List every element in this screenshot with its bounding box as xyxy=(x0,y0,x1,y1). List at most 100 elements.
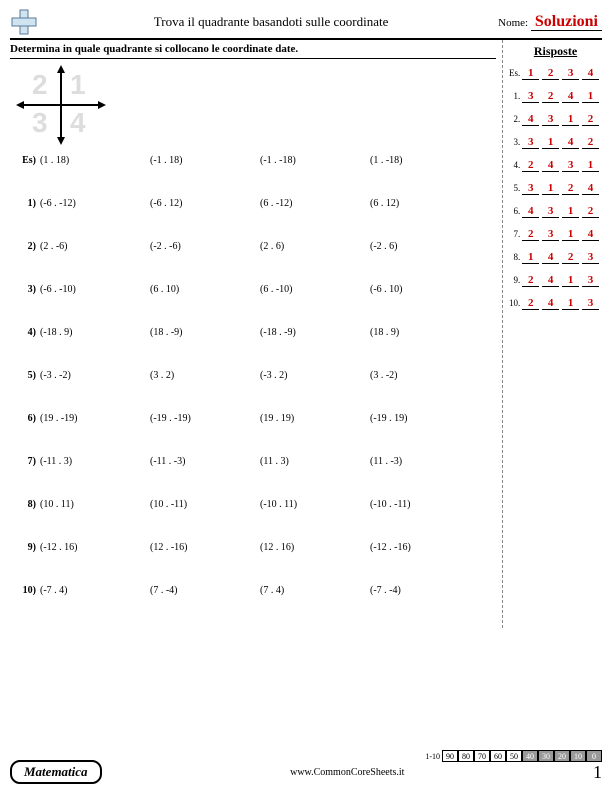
answer-value: 4 xyxy=(542,159,559,172)
answer-label: 5. xyxy=(509,183,522,193)
answer-row: 1.3241 xyxy=(509,90,602,103)
problem-number: 6) xyxy=(10,413,40,424)
answer-label: 9. xyxy=(509,275,522,285)
answer-value: 4 xyxy=(542,274,559,287)
answer-label: 3. xyxy=(509,137,522,147)
coordinate: (2 . -6) xyxy=(40,241,150,252)
coordinate: (-3 . 2) xyxy=(260,370,370,381)
answer-row: 6.4312 xyxy=(509,205,602,218)
answer-value: 3 xyxy=(522,136,539,149)
answer-value: 4 xyxy=(582,228,599,241)
answer-value: 3 xyxy=(522,182,539,195)
page-header: Trova il quadrante basandoti sulle coord… xyxy=(10,8,602,40)
answer-value: 4 xyxy=(562,90,579,103)
answer-label: 6. xyxy=(509,206,522,216)
quadrant-2-label: 2 xyxy=(32,69,48,101)
answer-value: 4 xyxy=(582,67,599,80)
logo-plus-icon xyxy=(10,8,38,36)
worksheet-title: Trova il quadrante basandoti sulle coord… xyxy=(44,14,498,30)
problem-number: 9) xyxy=(10,542,40,553)
coordinate: (18 . -9) xyxy=(150,327,260,338)
quadrant-4-label: 4 xyxy=(70,107,86,139)
coordinate: (-2 . 6) xyxy=(370,241,480,252)
coordinate: (10 . 11) xyxy=(40,499,150,510)
problem-row: 8)(10 . 11)(10 . -11)(-10 . 11)(-10 . -1… xyxy=(10,499,496,510)
problem-row: Es)(1 . 18)(-1 . 18)(-1 . -18)(1 . -18) xyxy=(10,155,496,166)
answer-value: 3 xyxy=(582,297,599,310)
problem-row: 1)(-6 . -12)(-6 . 12)(6 . -12)(6 . 12) xyxy=(10,198,496,209)
answer-value: 2 xyxy=(522,228,539,241)
answer-label: Es. xyxy=(509,68,522,78)
problem-number: Es) xyxy=(10,155,40,166)
answer-value: 1 xyxy=(582,159,599,172)
problem-number: 3) xyxy=(10,284,40,295)
problem-row: 9)(-12 . 16)(12 . -16)(12 . 16)(-12 . -1… xyxy=(10,542,496,553)
answers-title: Risposte xyxy=(509,44,602,59)
coordinate: (-10 . 11) xyxy=(260,499,370,510)
problem-number: 4) xyxy=(10,327,40,338)
problem-number: 1) xyxy=(10,198,40,209)
answer-value: 3 xyxy=(582,251,599,264)
coordinate: (-6 . -12) xyxy=(40,198,150,209)
problem-row: 6)(19 . -19)(-19 . -19)(19 . 19)(-19 . 1… xyxy=(10,413,496,424)
coordinate: (-6 . -10) xyxy=(40,284,150,295)
coordinate: (-12 . 16) xyxy=(40,542,150,553)
name-field: Nome: Soluzioni xyxy=(498,13,602,31)
answer-value: 1 xyxy=(562,228,579,241)
answer-value: 2 xyxy=(522,297,539,310)
coordinate: (1 . 18) xyxy=(40,155,150,166)
answer-label: 4. xyxy=(509,160,522,170)
coordinate: (6 . -10) xyxy=(260,284,370,295)
answer-value: 4 xyxy=(522,205,539,218)
answer-value: 3 xyxy=(562,67,579,80)
answer-row: Es.1234 xyxy=(509,67,602,80)
answer-value: 3 xyxy=(582,274,599,287)
coordinate: (11 . 3) xyxy=(260,456,370,467)
coordinate: (12 . -16) xyxy=(150,542,260,553)
coordinate: (-7 . -4) xyxy=(370,585,480,596)
answer-row: 2.4312 xyxy=(509,113,602,126)
coordinate: (-1 . -18) xyxy=(260,155,370,166)
page-footer: Matematica www.CommonCoreSheets.it 1 xyxy=(10,760,602,784)
answer-row: 10.2413 xyxy=(509,297,602,310)
answer-label: 2. xyxy=(509,114,522,124)
coordinate: (19 . 19) xyxy=(260,413,370,424)
coordinate: (-19 . -19) xyxy=(150,413,260,424)
answer-value: 2 xyxy=(542,90,559,103)
answer-label: 7. xyxy=(509,229,522,239)
coordinate: (3 . -2) xyxy=(370,370,480,381)
problem-row: 4)(-18 . 9)(18 . -9)(-18 . -9)(18 . 9) xyxy=(10,327,496,338)
page-number: 1 xyxy=(593,762,602,783)
answer-value: 3 xyxy=(562,159,579,172)
coordinate: (12 . 16) xyxy=(260,542,370,553)
quadrant-3-label: 3 xyxy=(32,107,48,139)
answer-value: 2 xyxy=(582,205,599,218)
problems-area: Determina in quale quadrante si collocan… xyxy=(10,40,502,628)
coordinate: (11 . -3) xyxy=(370,456,480,467)
coordinate: (-6 . 10) xyxy=(370,284,480,295)
coordinate: (-11 . 3) xyxy=(40,456,150,467)
answer-label: 8. xyxy=(509,252,522,262)
coordinate: (-1 . 18) xyxy=(150,155,260,166)
quadrant-diagram: 2 1 3 4 xyxy=(16,65,106,145)
coordinate: (-18 . -9) xyxy=(260,327,370,338)
problem-number: 7) xyxy=(10,456,40,467)
footer-url: www.CommonCoreSheets.it xyxy=(102,767,593,778)
answer-value: 1 xyxy=(562,113,579,126)
coordinate: (6 . 12) xyxy=(370,198,480,209)
problem-row: 5)(-3 . -2)(3 . 2)(-3 . 2)(3 . -2) xyxy=(10,370,496,381)
coordinate: (1 . -18) xyxy=(370,155,480,166)
coordinate: (2 . 6) xyxy=(260,241,370,252)
answer-value: 1 xyxy=(582,90,599,103)
answer-value: 2 xyxy=(562,182,579,195)
problem-row: 3)(-6 . -10)(6 . 10)(6 . -10)(-6 . 10) xyxy=(10,284,496,295)
name-label: Nome: xyxy=(498,17,528,29)
answer-value: 1 xyxy=(542,136,559,149)
answer-value: 1 xyxy=(562,274,579,287)
coordinate: (7 . -4) xyxy=(150,585,260,596)
answer-value: 2 xyxy=(542,67,559,80)
answer-value: 3 xyxy=(522,90,539,103)
answer-value: 4 xyxy=(542,251,559,264)
answer-row: 5.3124 xyxy=(509,182,602,195)
answer-value: 4 xyxy=(562,136,579,149)
